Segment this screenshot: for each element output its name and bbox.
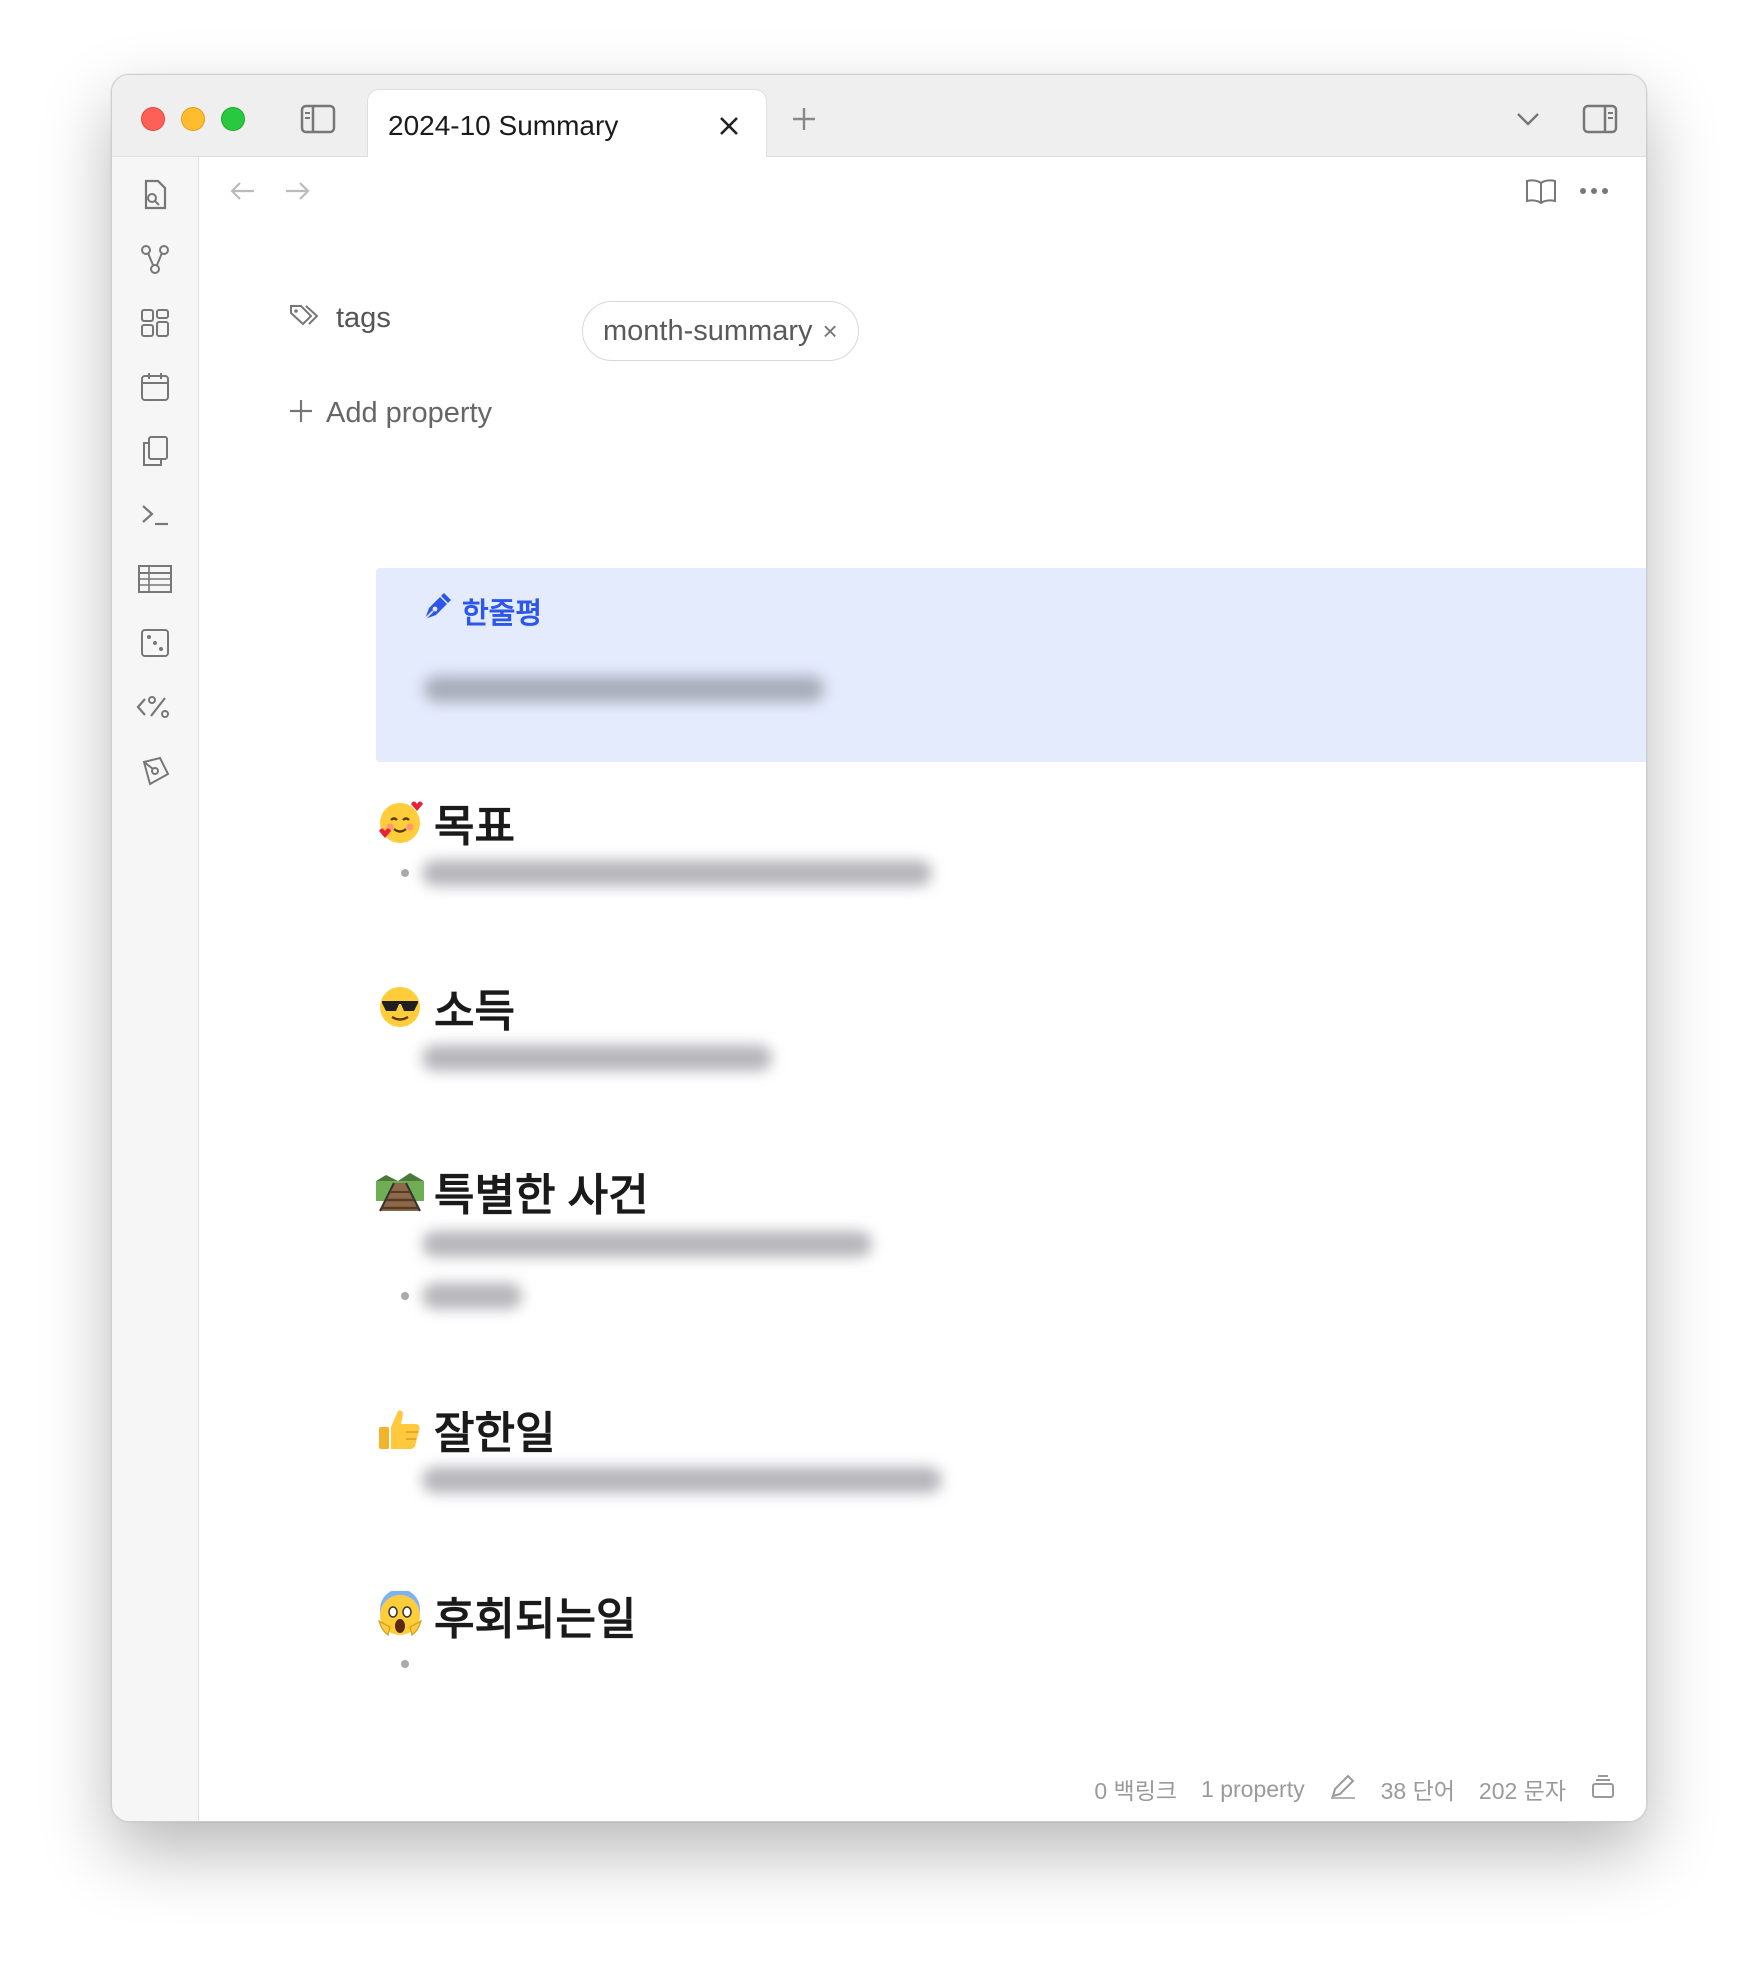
tab-title: 2024-10 Summary: [388, 110, 619, 141]
canvas-icon[interactable]: [133, 301, 177, 345]
minimize-window-button[interactable]: [181, 107, 205, 131]
callout-title: 한줄평: [420, 590, 542, 632]
bullet-point: [401, 869, 409, 877]
right-sidebar-toggle-icon[interactable]: [1580, 99, 1620, 139]
section-heading-goals: 목표: [376, 790, 515, 854]
word-count: 38 단어: [1380, 1778, 1455, 1804]
summary-callout: 한줄평: [376, 568, 1646, 762]
callout-title-text: 한줄평: [462, 598, 543, 630]
section-heading-income: 소득: [376, 975, 515, 1039]
reading-view-book-icon[interactable]: [1521, 173, 1561, 209]
section-title: 소득: [434, 987, 515, 1036]
add-property-button[interactable]: Add property: [288, 388, 492, 438]
edit-pencil-icon[interactable]: [1329, 1772, 1357, 1806]
section-title: 후회되는일: [434, 1595, 637, 1644]
templater-icon[interactable]: [133, 685, 177, 729]
section-title: 잘한일: [434, 1409, 556, 1458]
left-ribbon: [112, 157, 199, 1821]
screaming-face-icon: [376, 1591, 424, 1639]
close-tab-icon[interactable]: [713, 110, 745, 142]
smiling-face-with-hearts-icon: [376, 798, 424, 846]
tag-property-icon: [288, 301, 322, 336]
redacted-text: [422, 1231, 872, 1257]
thumbs-up-icon: [376, 1405, 424, 1453]
redacted-text: [422, 1283, 522, 1309]
tab-list-chevron-down-icon[interactable]: [1510, 101, 1546, 137]
back-arrow-icon[interactable]: [224, 173, 260, 209]
templates-icon[interactable]: [133, 429, 177, 473]
backlinks-count[interactable]: 0 백링크: [1094, 1772, 1177, 1806]
property-label-tags: tags: [336, 301, 391, 334]
bullet-point: [401, 1292, 409, 1300]
close-window-button[interactable]: [141, 107, 165, 131]
section-heading-well-done: 잘한일: [376, 1397, 555, 1461]
random-note-icon[interactable]: [133, 621, 177, 665]
tag-pill[interactable]: month-summary ×: [582, 301, 859, 361]
daily-notes-icon[interactable]: [133, 365, 177, 409]
redacted-text: [422, 860, 932, 886]
pen-tool-icon: [420, 590, 454, 632]
plus-icon: [288, 398, 314, 429]
command-palette-icon[interactable]: [133, 493, 177, 537]
editor-pane: tags month-summary × Add property 한줄평 목표…: [200, 157, 1646, 1821]
sunglasses-face-icon: [376, 983, 424, 1031]
tab-active[interactable]: 2024-10 Summary: [367, 89, 767, 158]
tag-value: month-summary: [603, 314, 813, 347]
bullet-point: [401, 1660, 409, 1668]
section-title: 목표: [434, 802, 515, 851]
sidebar-toggle-icon[interactable]: [298, 99, 338, 139]
more-options-icon[interactable]: [1574, 173, 1614, 209]
app-window: 2024-10 Summary tags month-summary × Add…: [111, 74, 1647, 1822]
redacted-text: [422, 1045, 772, 1071]
section-heading-regrets: 후회되는일: [376, 1583, 636, 1647]
properties-count[interactable]: 1 property: [1201, 1776, 1305, 1803]
char-count: 202 문자: [1478, 1778, 1566, 1804]
new-tab-icon[interactable]: [784, 99, 824, 139]
title-bar: 2024-10 Summary: [112, 75, 1646, 158]
redacted-text: [424, 676, 824, 702]
table-icon[interactable]: [133, 557, 177, 601]
quick-switcher-icon[interactable]: [133, 173, 177, 217]
redacted-text: [422, 1467, 942, 1493]
sync-status-icon[interactable]: [1590, 1772, 1616, 1806]
remove-tag-icon[interactable]: ×: [823, 316, 838, 347]
excalidraw-icon[interactable]: [133, 749, 177, 793]
graph-view-icon[interactable]: [133, 237, 177, 281]
property-tags-row: tags: [288, 293, 391, 343]
section-heading-special-events: 특별한 사건: [376, 1159, 649, 1223]
add-property-label: Add property: [326, 396, 493, 429]
status-bar: 0 백링크 1 property 38 단어 202 문자: [1070, 1769, 1616, 1809]
zoom-window-button[interactable]: [221, 107, 245, 131]
railway-track-icon: [376, 1167, 424, 1215]
forward-arrow-icon[interactable]: [280, 173, 316, 209]
section-title: 특별한 사건: [434, 1171, 649, 1220]
